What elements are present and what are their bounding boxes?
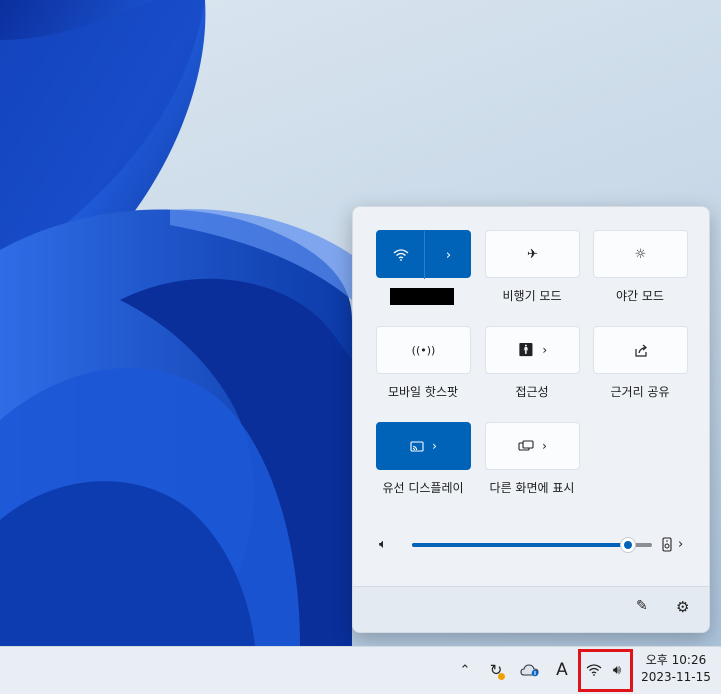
chevron-right-icon: › bbox=[445, 247, 452, 263]
accessibility-label: 접근성 bbox=[515, 385, 549, 399]
project-label: 다른 화면에 표시 bbox=[489, 481, 575, 495]
wifi-toggle[interactable] bbox=[377, 231, 424, 279]
pencil-icon[interactable]: ✎ bbox=[636, 598, 648, 614]
clock-date: 2023-11-15 bbox=[641, 670, 711, 684]
volume-slider-thumb[interactable] bbox=[620, 537, 636, 553]
project-icon bbox=[518, 440, 534, 451]
nearby-sharing-tile[interactable] bbox=[593, 326, 688, 374]
chevron-right-icon: › bbox=[542, 439, 547, 453]
mobile-hotspot-tile[interactable]: ((•)) bbox=[376, 326, 471, 374]
airplane-mode-label: 비행기 모드 bbox=[502, 289, 562, 303]
cast-icon bbox=[410, 440, 424, 452]
project-tile[interactable]: › bbox=[485, 422, 580, 470]
accessibility-tile[interactable]: 🚹︎ › bbox=[485, 326, 580, 374]
quick-settings-footer bbox=[353, 586, 709, 632]
chevron-up-icon[interactable]: ⌃ bbox=[456, 646, 474, 694]
wifi-expand-button[interactable]: › bbox=[425, 231, 472, 279]
wired-display-label: 유선 디스플레이 bbox=[382, 481, 464, 495]
volume-icon[interactable]: 🔈︎ bbox=[379, 537, 387, 552]
onedrive-icon[interactable] bbox=[518, 646, 542, 694]
wifi-tile[interactable]: › bbox=[376, 230, 472, 279]
chevron-right-icon: › bbox=[432, 439, 437, 453]
tray-highlight-box bbox=[578, 649, 633, 692]
sync-icon[interactable]: ↻ bbox=[484, 646, 508, 694]
mobile-hotspot-label: 모바일 핫스팟 bbox=[387, 385, 459, 399]
night-light-label: 야간 모드 bbox=[616, 289, 664, 303]
night-light-tile[interactable]: ☼ bbox=[593, 230, 688, 278]
wired-display-tile[interactable]: › bbox=[376, 422, 471, 470]
wifi-network-name-redacted bbox=[390, 288, 454, 305]
brightness-icon: ☼ bbox=[634, 246, 647, 262]
chevron-right-icon: › bbox=[542, 343, 548, 357]
wifi-icon bbox=[393, 249, 408, 261]
share-icon bbox=[634, 344, 647, 357]
chevron-right-icon: › bbox=[678, 537, 684, 552]
taskbar-clock[interactable]: 오후 10:26 2023-11-15 bbox=[638, 652, 714, 686]
ime-indicator[interactable]: A bbox=[552, 646, 572, 694]
nearby-sharing-label: 근거리 공유 bbox=[610, 385, 670, 399]
airplane-icon: ✈ bbox=[527, 246, 538, 262]
accessibility-icon: 🚹︎ bbox=[517, 342, 535, 358]
clock-time: 오후 10:26 bbox=[645, 653, 707, 667]
volume-slider-fill bbox=[412, 543, 628, 547]
hotspot-icon: ((•)) bbox=[411, 343, 436, 357]
speaker-device-icon bbox=[662, 537, 672, 552]
airplane-mode-tile[interactable]: ✈ bbox=[485, 230, 580, 278]
audio-output-button[interactable]: › bbox=[662, 537, 683, 552]
gear-icon[interactable]: ⚙ bbox=[676, 598, 689, 616]
volume-slider[interactable] bbox=[412, 537, 652, 553]
